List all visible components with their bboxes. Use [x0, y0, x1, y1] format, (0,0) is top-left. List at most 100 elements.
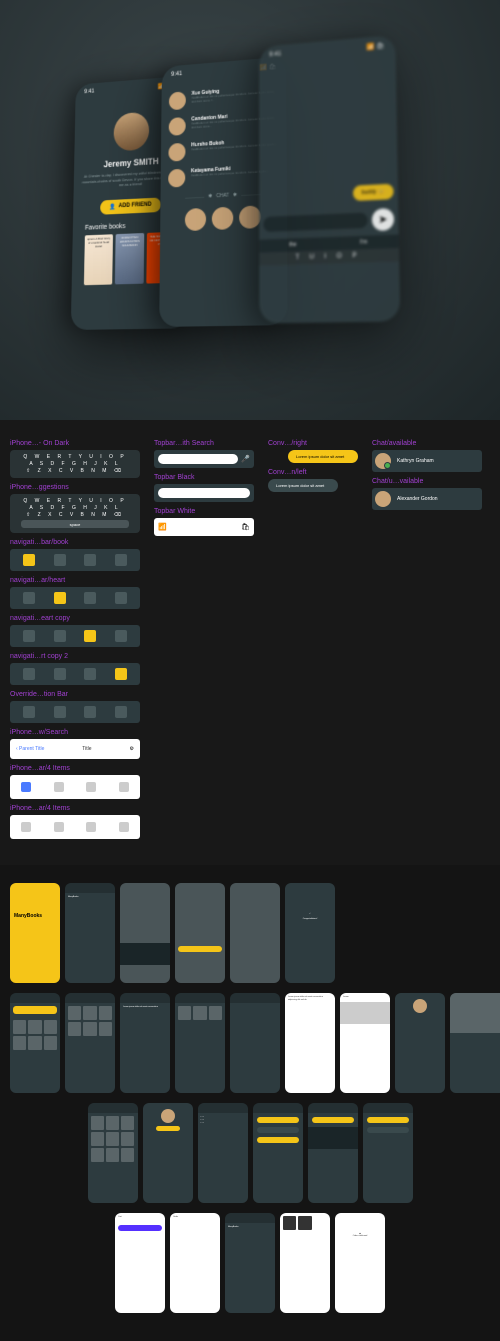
status-time: 9:41 [269, 51, 281, 59]
screen-checkout[interactable]: Order [170, 1213, 220, 1313]
keyboard-row: Q W E R T Y U I O P [13, 498, 137, 504]
keyboard-space: space [21, 520, 129, 528]
action-icon[interactable]: ⚙ [130, 746, 134, 752]
book-cover[interactable]: FORGOTTEN HOURS KATRIN SCHUMANN [115, 233, 144, 284]
add-friend-button[interactable]: 👤ADD FRIEND [100, 197, 160, 214]
contact-avatar [169, 117, 186, 136]
screen-splash[interactable]: ManyBooks [10, 883, 60, 983]
component-column: Topbar…ith Search🎤 Topbar Black Topbar W… [154, 440, 254, 845]
screen-photo[interactable] [230, 883, 280, 983]
tab-item[interactable] [54, 782, 64, 792]
navbar-book[interactable] [10, 549, 140, 571]
chat-unavailable[interactable]: Alexander Gordon [372, 488, 482, 510]
search-input[interactable] [158, 454, 238, 464]
nav-icon[interactable] [23, 706, 35, 718]
tab-item[interactable] [21, 782, 31, 792]
screen-list[interactable] [230, 993, 280, 1093]
screen-confirm[interactable]: ◆Order confirmed [335, 1213, 385, 1313]
nav-people-icon[interactable] [84, 592, 96, 604]
tab-item[interactable] [119, 782, 129, 792]
component-label: Topbar White [154, 508, 254, 515]
screen-reader[interactable]: Lorem ipsum dolor sit amet consectetur a… [285, 993, 335, 1093]
story-avatar[interactable] [212, 207, 233, 230]
tab-item[interactable] [86, 782, 96, 792]
nav-book-icon[interactable] [23, 592, 35, 604]
screen-chat-list[interactable] [253, 1103, 303, 1203]
keyboard-suggestion[interactable]: I'm [360, 239, 367, 246]
navbar-copy2[interactable] [10, 663, 140, 685]
topbar-white[interactable]: 📶🛍 [154, 518, 254, 536]
keyboard-suggestions-component[interactable]: Q W E R T Y U I O P A S D F G H J K L ⇧ … [10, 494, 140, 533]
signal-icon: 📶 [158, 523, 167, 531]
screen-welcome[interactable]: ManyBooks [65, 883, 115, 983]
nav-heart-icon[interactable] [54, 554, 66, 566]
nav-icon[interactable] [115, 668, 127, 680]
screen-receipt[interactable] [280, 1213, 330, 1313]
story-avatar[interactable] [239, 205, 261, 229]
story-avatar[interactable] [185, 208, 206, 231]
screen-chat[interactable] [308, 1103, 358, 1203]
nav-icon[interactable] [84, 668, 96, 680]
tab-item[interactable] [119, 822, 129, 832]
nav-icon[interactable] [84, 706, 96, 718]
screen-favorites[interactable] [88, 1103, 138, 1203]
conversation-left: Lorem ipsum dolor sit amet [268, 479, 338, 492]
nav-icon[interactable] [23, 630, 35, 642]
component-label: navigati…bar/book [10, 539, 140, 546]
screen-gallery[interactable] [450, 993, 500, 1093]
screen-author[interactable] [395, 993, 445, 1093]
navbar-heart[interactable] [10, 587, 140, 609]
screen-book-detail[interactable] [175, 993, 225, 1093]
topbar-black[interactable] [154, 484, 254, 502]
nav-icon[interactable] [115, 706, 127, 718]
keyboard-dark-component[interactable]: Q W E R T Y U I O P A S D F G H J K L ⇧ … [10, 450, 140, 478]
nav-icon[interactable] [54, 706, 66, 718]
nav-heart-icon[interactable] [54, 592, 66, 604]
status-icons: 📶 🛍 [366, 42, 384, 51]
iphone-search-bar[interactable]: ‹ Parent TitleTitle⚙ [10, 739, 140, 759]
screen-friends[interactable]: • • •• • •• • • [198, 1103, 248, 1203]
add-friend-label: ADD FRIEND [118, 202, 151, 209]
component-label: iPhone…ar/4 Items [10, 765, 140, 772]
search-input[interactable] [158, 488, 250, 498]
override-bar[interactable] [10, 701, 140, 723]
nav-icon[interactable] [23, 668, 35, 680]
nav-icon[interactable] [54, 630, 66, 642]
nav-people-icon[interactable] [84, 554, 96, 566]
nav-icon[interactable] [54, 668, 66, 680]
screen-profile[interactable] [143, 1103, 193, 1203]
nav-icon[interactable] [84, 630, 96, 642]
back-button[interactable]: ‹ Parent Title [16, 746, 44, 752]
bag-icon[interactable]: 🛍 [241, 523, 250, 531]
tab-item[interactable] [86, 822, 96, 832]
nav-bag-icon[interactable] [115, 592, 127, 604]
avatar-offline [375, 491, 391, 507]
message-input[interactable] [263, 212, 367, 232]
tab-item[interactable] [21, 822, 31, 832]
screen-search[interactable] [65, 993, 115, 1093]
keyboard-suggestion[interactable]: the [289, 242, 296, 249]
screen-success[interactable]: ✓Congratulations! [285, 883, 335, 983]
nav-bag-icon[interactable] [115, 554, 127, 566]
mic-icon[interactable]: 🎤 [241, 455, 250, 463]
tab-item[interactable] [54, 822, 64, 832]
screen-payment[interactable]: ManyBooks [225, 1213, 275, 1313]
screen-cart[interactable]: Cart [115, 1213, 165, 1313]
send-button[interactable]: ➤ [372, 208, 394, 231]
tabbar-4items[interactable] [10, 775, 140, 799]
navbar-copy[interactable] [10, 625, 140, 647]
screen-home[interactable] [10, 993, 60, 1093]
nav-icon[interactable] [115, 630, 127, 642]
book-cover[interactable]: apiens A Brief istory of umankind Noah H… [84, 234, 113, 285]
topbar-search[interactable]: 🎤 [154, 450, 254, 468]
screen-signup[interactable] [175, 883, 225, 983]
chat-available[interactable]: Kathryn Graham [372, 450, 482, 472]
screen-reader-kbd[interactable]: Lorem [340, 993, 390, 1093]
screen-login[interactable] [120, 883, 170, 983]
tabbar-4items[interactable] [10, 815, 140, 839]
screen-categories[interactable]: Lorem ipsum dolor sit amet consectetur [120, 993, 170, 1093]
conversation-right: Lorem ipsum dolor sit amet [288, 450, 358, 463]
screen-chat-input[interactable] [363, 1103, 413, 1203]
component-label: navigati…rt copy 2 [10, 653, 140, 660]
nav-book-icon[interactable] [23, 554, 35, 566]
